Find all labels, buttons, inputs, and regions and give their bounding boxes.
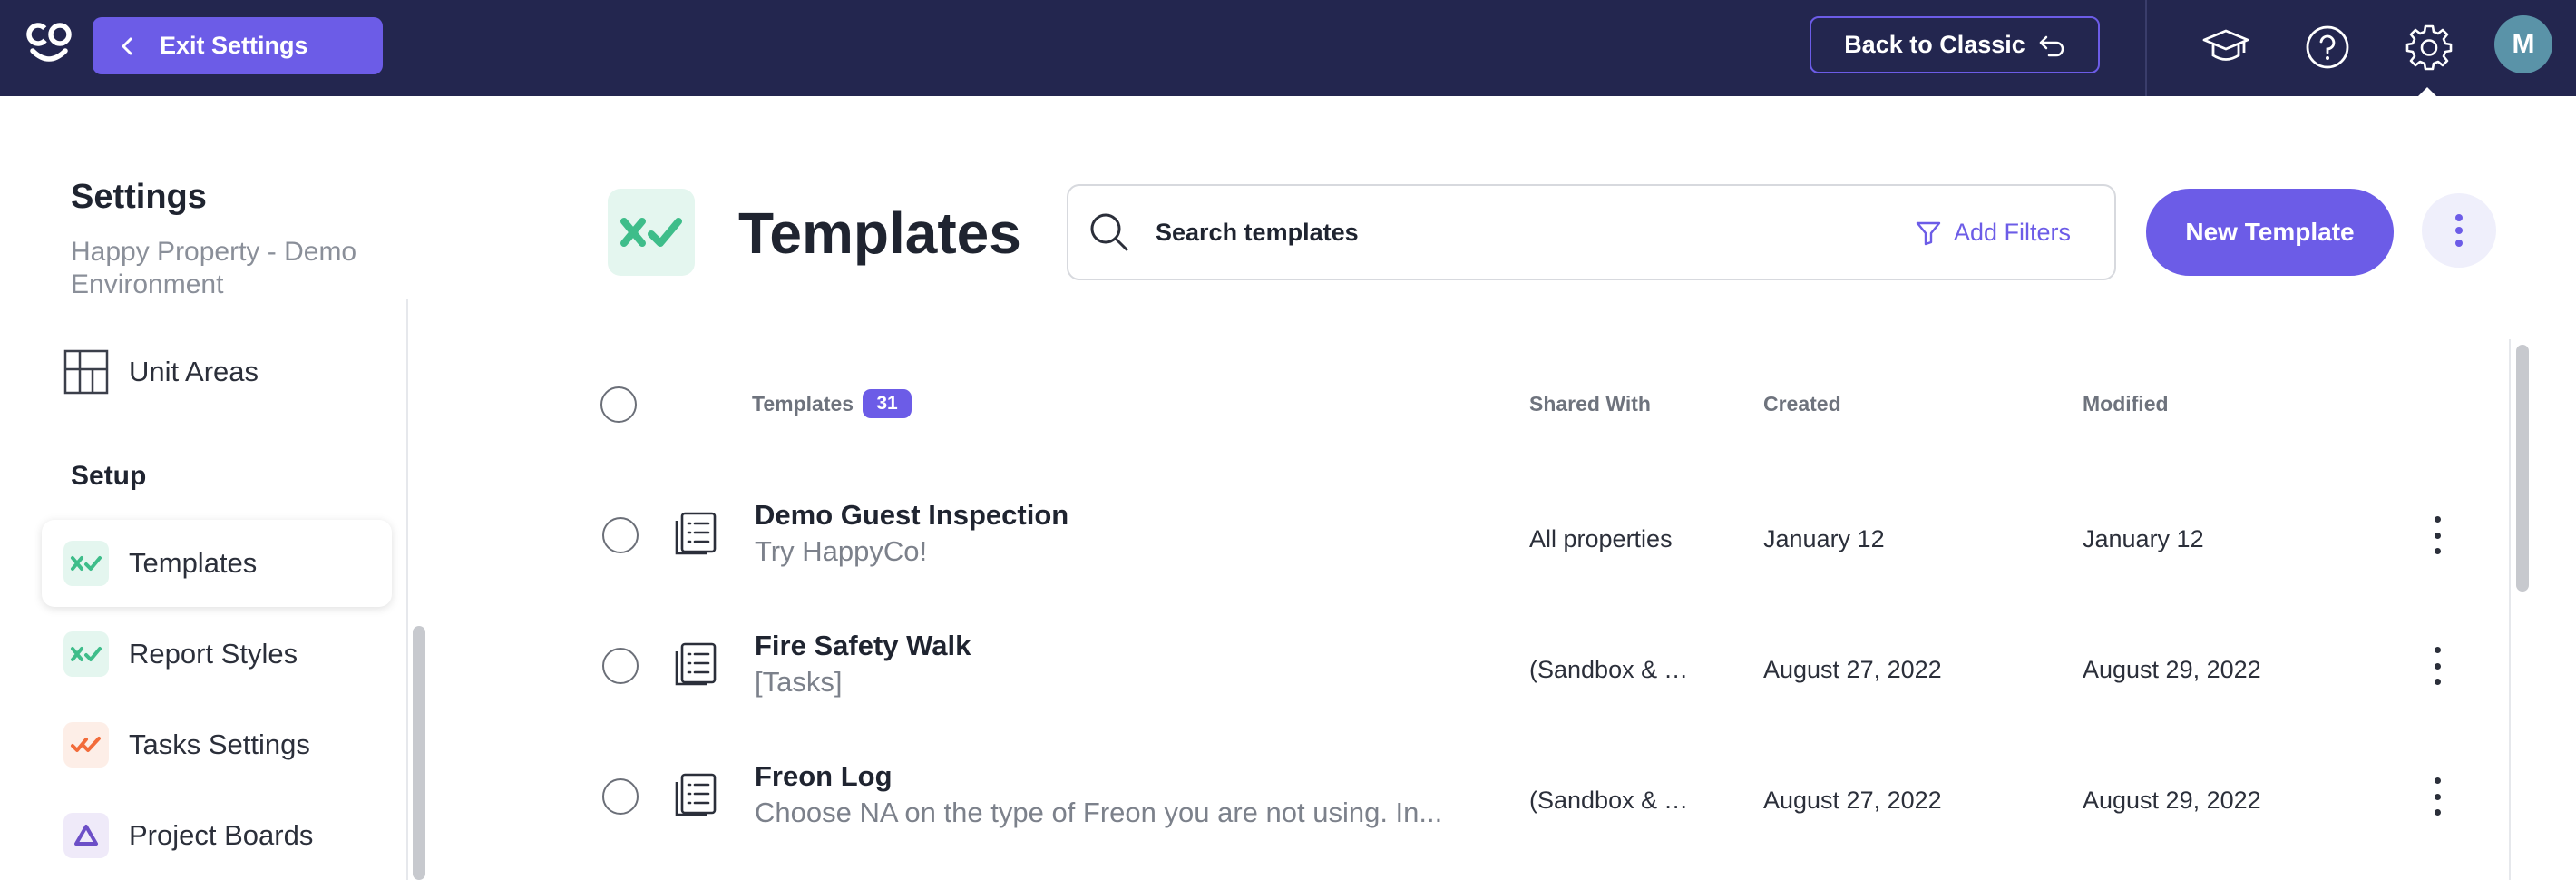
help-icon[interactable] — [2300, 20, 2355, 74]
template-subtitle: [Tasks] — [755, 666, 843, 698]
chevron-left-icon — [122, 37, 132, 54]
grid-icon — [63, 349, 109, 395]
exit-settings-label: Exit Settings — [160, 32, 308, 59]
created-cell: August 27, 2022 — [1763, 787, 1942, 814]
property-name: Happy Property - Demo Environment — [71, 237, 357, 299]
templates-header-icon — [608, 189, 695, 276]
back-to-classic-label: Back to Classic — [1844, 31, 2025, 58]
row-actions-button[interactable] — [2422, 643, 2453, 689]
template-subtitle: Try HappyCo! — [755, 535, 928, 567]
back-to-classic-button[interactable]: Back to Classic — [1810, 16, 2100, 73]
sidebar-item-label: Unit Areas — [129, 356, 259, 387]
kebab-icon — [2455, 214, 2463, 247]
column-header-created[interactable]: Created — [1763, 392, 1841, 416]
template-subtitle: Choose NA on the type of Freon you are n… — [755, 797, 1443, 828]
row-checkbox[interactable] — [602, 778, 639, 815]
setup-section-heading: Setup — [71, 461, 147, 491]
template-title[interactable]: Demo Guest Inspection — [755, 499, 1068, 532]
row-checkbox[interactable] — [602, 648, 639, 684]
double-check-icon — [63, 722, 109, 768]
academy-icon[interactable] — [2199, 20, 2253, 74]
triangle-icon — [63, 813, 109, 858]
settings-title: Settings — [71, 178, 207, 216]
search-box: Add Filters — [1067, 184, 2116, 280]
sidebar-item-label: Tasks Settings — [129, 728, 310, 760]
template-count-badge: 31 — [863, 389, 912, 418]
template-title[interactable]: Fire Safety Walk — [755, 630, 971, 662]
column-header-templates[interactable]: Templates — [752, 392, 854, 416]
page-title: Templates — [738, 200, 1021, 266]
template-list-icon — [675, 773, 717, 816]
shared-with-cell: (Sandbox & T... — [1529, 787, 1693, 814]
sidebar-scrollbar[interactable] — [413, 626, 425, 880]
topbar-divider — [2145, 0, 2147, 96]
column-header-modified[interactable]: Modified — [2083, 392, 2169, 416]
sidebar-divider — [406, 299, 408, 880]
user-avatar[interactable]: M — [2494, 15, 2552, 73]
undo-icon — [2039, 35, 2064, 56]
new-template-button[interactable]: New Template — [2146, 189, 2394, 276]
sidebar-item-label: Report Styles — [129, 638, 298, 670]
gear-icon[interactable] — [2402, 20, 2456, 74]
row-actions-button[interactable] — [2422, 774, 2453, 819]
shared-with-cell: (Sandbox & T... — [1529, 656, 1693, 683]
modified-cell: August 29, 2022 — [2083, 787, 2261, 814]
search-input[interactable] — [1156, 218, 1899, 247]
modified-cell: January 12 — [2083, 525, 2204, 552]
shared-with-cell: All properties — [1529, 525, 1673, 552]
template-list-icon — [675, 512, 717, 555]
add-filters-label: Add Filters — [1953, 219, 2071, 246]
select-all-checkbox[interactable] — [600, 386, 637, 423]
created-cell: January 12 — [1763, 525, 1885, 552]
happyco-logo[interactable] — [25, 20, 73, 67]
template-title[interactable]: Freon Log — [755, 760, 893, 793]
modified-cell: August 29, 2022 — [2083, 656, 2261, 683]
sidebar-item-templates[interactable]: Templates — [42, 520, 392, 607]
more-options-button[interactable] — [2422, 193, 2496, 268]
search-icon — [1090, 213, 1128, 251]
created-cell: August 27, 2022 — [1763, 656, 1942, 683]
sidebar-item-label: Templates — [129, 547, 258, 579]
row-actions-button[interactable] — [2422, 513, 2453, 558]
exit-settings-button[interactable]: Exit Settings — [93, 17, 383, 74]
check-report-icon — [63, 631, 109, 677]
row-checkbox[interactable] — [602, 517, 639, 553]
sidebar-item-report-styles[interactable]: Report Styles — [42, 611, 392, 698]
sidebar-item-label: Project Boards — [129, 819, 314, 851]
active-settings-caret — [2416, 87, 2438, 98]
sidebar-item-tasks-settings[interactable]: Tasks Settings — [42, 701, 392, 788]
sidebar-item-project-boards[interactable]: Project Boards — [42, 792, 392, 879]
sidebar-item-unit-areas[interactable]: Unit Areas — [42, 328, 392, 416]
template-list-icon — [675, 642, 717, 686]
column-header-shared-with[interactable]: Shared With — [1529, 392, 1651, 416]
check-templates-icon — [63, 541, 109, 586]
add-filters-button[interactable]: Add Filters — [1916, 219, 2071, 247]
filter-icon — [1916, 221, 1941, 245]
top-bar: Exit Settings Back to Classic M — [0, 0, 2576, 96]
main-scrollbar-thumb[interactable] — [2516, 345, 2529, 592]
